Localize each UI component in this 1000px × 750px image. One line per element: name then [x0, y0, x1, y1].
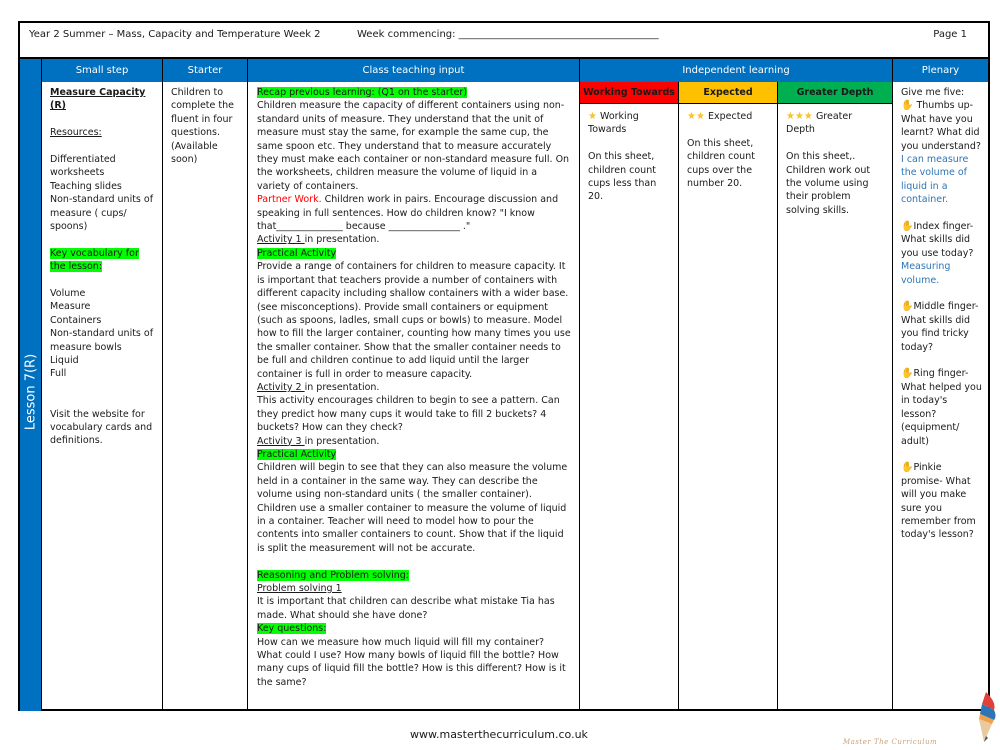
starter-column: Children to complete the fluent in four … [163, 82, 248, 711]
partner-work-label: Partner Work. [257, 194, 322, 206]
recap-text: Children measure the capacity of differe… [257, 100, 570, 192]
small-step-column: Measure Capacity (R) Resources: Differen… [42, 82, 163, 711]
practical-activity-text: Children will begin to see that they can… [257, 462, 568, 554]
activity-2-text: in presentation. [304, 381, 380, 393]
header-independent-learning: Independent learning [580, 59, 893, 82]
hand-icon: ✋ [901, 221, 914, 233]
class-teaching-column: Recap previous learning: (Q1 on the star… [248, 82, 580, 711]
lesson-band: Lesson 7(R) [20, 59, 42, 711]
vocab-item: Volume [50, 288, 86, 300]
star-icon: ★★ [687, 111, 705, 122]
hand-icon: ✋ [901, 462, 914, 474]
activity-1-text: in presentation. [304, 234, 380, 246]
vocab-item: Measure [50, 301, 91, 313]
lesson-label: Lesson 7(R) [23, 353, 39, 431]
header-starter: Starter [163, 59, 248, 82]
key-questions-label: Key questions: [257, 623, 327, 635]
middle-finger-prompt: Middle finger- What skills did you find … [901, 301, 979, 353]
resources-label: Resources: [50, 127, 102, 139]
index-finger-answer: Measuring volume. [901, 261, 951, 286]
starter-text: Children to complete the fluent in four … [171, 87, 234, 166]
hand-icon: ✋ [901, 368, 914, 380]
small-step-title: Measure Capacity (R) [50, 87, 146, 112]
star-icon: ★★★ [786, 111, 813, 122]
plenary-intro: Give me five: [901, 87, 965, 98]
website-note: Visit the website for vocabulary cards a… [50, 408, 153, 447]
vocab-item: Full [50, 368, 67, 380]
level-header-greater-depth: Greater Depth [778, 82, 893, 104]
vocab-item: Non-standard units of measure bowls [50, 328, 154, 353]
key-questions-text: How can we measure how much liquid will … [257, 636, 566, 688]
document-title: Year 2 Summer – Mass, Capacity and Tempe… [29, 29, 321, 40]
level-text: On this sheet,. Children work out the vo… [786, 151, 871, 216]
activity-2-label: Activity 2 [257, 381, 305, 393]
header-plenary: Plenary [893, 59, 988, 82]
footer-url[interactable]: www.masterthecurriculum.co.uk [410, 728, 588, 741]
resource-item: Teaching slides [50, 180, 122, 192]
practical-activity-label: Practical Activity [257, 247, 337, 259]
level-text: On this sheet, children count cups less … [588, 151, 657, 203]
star-icon: ★ [588, 111, 597, 122]
problem-solving-text: It is important that children can descri… [257, 596, 555, 621]
thumbs-up-prompt: Thumbs up- What have you learnt? What di… [901, 100, 981, 152]
resource-item: Differentiated worksheets [50, 154, 116, 179]
pencil-logo-icon [979, 692, 996, 742]
activity-3-text: in presentation. [304, 435, 380, 447]
activity-2-body: This activity encourages children to beg… [257, 395, 560, 434]
resource-item: Non-standard units of measure ( cups/ sp… [50, 194, 154, 233]
thumbs-up-answer: I can measure the volume of liquid in a … [901, 154, 969, 206]
vocab-label: Key vocabulary for the lesson: [50, 247, 139, 273]
week-commencing: Week commencing: _______________________… [357, 29, 659, 40]
hand-icon: ✋ [901, 301, 914, 313]
activity-3-label: Activity 3 [257, 435, 305, 447]
level-text: On this sheet, children count cups over … [687, 137, 755, 190]
activity-1-label: Activity 1 [257, 234, 305, 246]
reasoning-label: Reasoning and Problem solving: [257, 569, 409, 581]
vocab-item: Liquid [50, 355, 79, 367]
working-towards-column: ★ Working Towards On this sheet, childre… [580, 104, 679, 711]
logo-text: Master The Curriculum [843, 738, 938, 746]
lesson-plan-page: Year 2 Summer – Mass, Capacity and Tempe… [18, 21, 990, 711]
level-title: Expected [707, 111, 753, 122]
header-small-step: Small step [42, 59, 163, 82]
plenary-column: Give me five: ✋ Thumbs up- What have you… [893, 82, 988, 711]
ring-finger-prompt: Ring finger- What helped you in today's … [901, 368, 982, 447]
greater-depth-column: ★★★ Greater Depth On this sheet,. Childr… [778, 104, 893, 711]
title-bar: Year 2 Summer – Mass, Capacity and Tempe… [20, 23, 988, 59]
page-number: Page 1 [933, 29, 967, 40]
recap-label: Recap previous learning: (Q1 on the star… [257, 87, 468, 98]
pinkie-promise-prompt: Pinkie promise- What will you make sure … [901, 462, 976, 541]
expected-column: ★★ Expected On this sheet, children coun… [679, 104, 778, 711]
practical-activity-text: Provide a range of containers for childr… [257, 261, 571, 380]
vocab-item: Containers [50, 314, 102, 326]
level-header-working-towards: Working Towards [580, 82, 679, 104]
header-class-teaching: Class teaching input [248, 59, 580, 82]
level-header-expected: Expected [679, 82, 778, 104]
problem-solving-label: Problem solving 1 [257, 583, 342, 595]
practical-activity-label: Practical Activity [257, 448, 337, 460]
hand-icon: ✋ [901, 100, 914, 112]
